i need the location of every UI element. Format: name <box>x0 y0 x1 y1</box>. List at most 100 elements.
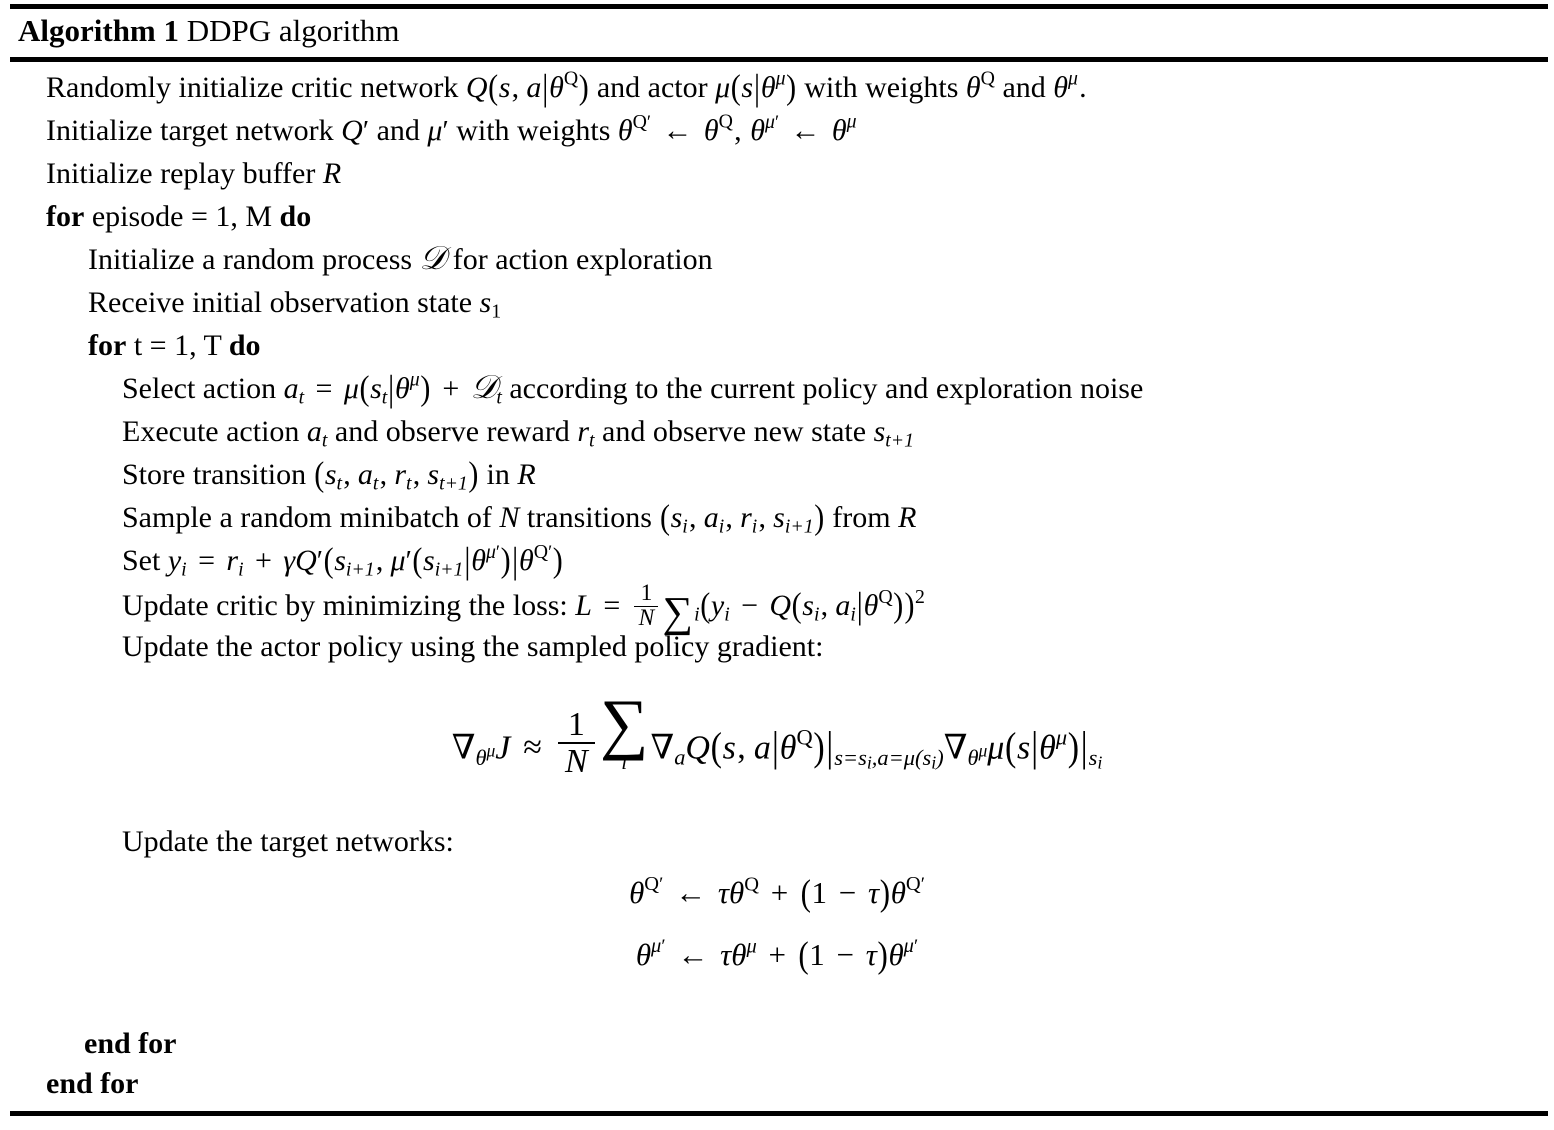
text-end-for-outer: end for <box>46 1067 139 1100</box>
sup-Q-5: Q <box>796 724 813 750</box>
line-end-for-outer: end for <box>0 1062 139 1105</box>
math-theta-11: θ <box>519 544 534 577</box>
comma-7: , <box>725 501 733 534</box>
paren-open-7: ( <box>412 541 423 580</box>
math-theta-14: θ <box>1039 729 1056 767</box>
math-s-4: s <box>1017 729 1031 767</box>
sub-i-4: i <box>181 558 187 581</box>
sub-1: 1 <box>491 300 502 323</box>
sup-Q-6: Q <box>744 873 759 896</box>
arrow-left-4: ← <box>677 937 709 972</box>
line-init-critic: Randomly initialize critic network Q(s, … <box>0 66 1554 109</box>
arrow-left-2: ← <box>790 114 821 147</box>
math-r-t-2: r <box>394 458 406 491</box>
paren-open-8: ( <box>700 586 711 626</box>
text-for-action-exploration: for action exploration <box>452 243 713 276</box>
paren-open-2: ( <box>730 68 741 107</box>
frac-numerator: 1 <box>640 580 653 606</box>
sub-eval-2: si <box>1088 744 1103 773</box>
math-s-i1-2: s <box>334 544 346 577</box>
paren-close-8: ) <box>893 586 904 626</box>
math-s-t-3: s <box>324 458 337 491</box>
math-s-t1: s <box>873 415 886 448</box>
algorithm-body: Randomly initialize critic network Q(s, … <box>0 66 1554 668</box>
line-init-noise: Initialize a random process 𝒟 for action… <box>0 238 1554 281</box>
caption-space <box>179 13 187 48</box>
math-mu-actor: μ <box>715 71 731 104</box>
paren-open-9: ( <box>791 586 802 626</box>
math-bar-2: | <box>753 66 760 109</box>
paren-close-7: ) <box>552 541 563 580</box>
math-mu-prime: μ <box>427 114 443 147</box>
math-s: s <box>498 71 511 104</box>
minus-3: − <box>836 937 855 972</box>
algorithm-caption: Algorithm 1 DDPG algorithm <box>18 9 399 53</box>
sup-Q-prime-4: Q′ <box>905 873 925 896</box>
line-end-for-inner: end for <box>0 1022 177 1065</box>
prime-2: ′ <box>442 116 449 147</box>
math-Q-3: Q <box>685 729 710 767</box>
math-s-i: s <box>670 501 683 534</box>
math-s-i1: s <box>773 501 785 534</box>
frac-big-denominator: N <box>558 741 595 779</box>
sup-mu-3: μ <box>846 110 857 133</box>
sub-theta-mu-1: θμ <box>475 739 496 770</box>
math-tau-4: τ <box>865 937 877 972</box>
text-in-1: in <box>486 458 510 491</box>
eval-bar-2: | <box>1080 724 1088 771</box>
sup-mu: μ <box>775 67 786 90</box>
plus-4: + <box>768 937 786 972</box>
line-sample-minibatch: Sample a random minibatch of N transitio… <box>0 496 1554 539</box>
equals-1: = <box>315 372 333 405</box>
math-tau-2: τ <box>868 875 880 910</box>
line-for-episode: for episode = 1, M do <box>0 195 1554 238</box>
math-a-i: a <box>703 501 719 534</box>
math-s-2: s <box>741 71 754 104</box>
math-theta-20: θ <box>888 937 904 972</box>
math-y-i: y <box>167 544 182 577</box>
paren-close-6: ) <box>500 541 511 580</box>
nabla-1: ∇ <box>451 729 476 767</box>
math-theta-7: θ <box>750 114 765 147</box>
equals-3: = <box>603 589 621 623</box>
algorithm-block: Algorithm 1 DDPG algorithm Randomly init… <box>0 0 1554 1130</box>
sup-Q-prime-3: Q′ <box>644 873 664 896</box>
math-theta: θ <box>549 71 564 104</box>
sub-t-plus-1-2: t+1 <box>439 472 468 495</box>
sub-i-plus-1-3: i+1 <box>434 558 464 581</box>
text-sample-minibatch: Sample a random minibatch of <box>122 501 492 534</box>
paren-close-9: ) <box>904 586 915 626</box>
math-bar-4: | <box>464 539 471 582</box>
arrow-left-3: ← <box>675 875 707 910</box>
text-and-1: and <box>1002 71 1046 104</box>
text-receive-state: Receive initial observation state <box>88 286 473 319</box>
math-theta-17: θ <box>890 875 906 910</box>
math-theta-15: θ <box>629 875 645 910</box>
paren-open-11: ( <box>1005 725 1017 770</box>
sub-i-plus-1-2: i+1 <box>345 558 375 581</box>
period: . <box>1079 71 1087 104</box>
math-R-2: R <box>517 458 536 491</box>
math-theta-8: θ <box>831 114 847 147</box>
paren-close-11: ) <box>1067 725 1080 770</box>
paren-close-12: ) <box>879 871 891 914</box>
sub-t-5: t <box>589 429 595 452</box>
sup-Q-prime: Q′ <box>632 110 652 133</box>
sup-mu-prime: μ′ <box>765 110 780 133</box>
sub-t-plus-1: t+1 <box>885 429 915 452</box>
math-R: R <box>322 157 342 190</box>
math-theta-18: θ <box>635 937 652 972</box>
sup-Q: Q <box>563 67 579 90</box>
comma-6: , <box>688 501 697 534</box>
sub-t-1: t <box>298 386 305 409</box>
math-mu-2: μ <box>987 729 1005 767</box>
text-execute-action: Execute action <box>122 415 300 448</box>
target-equation-critic: θQ′ ← τθQ + (1 − τ)θQ′ <box>0 871 1554 914</box>
text-episode-range: episode = 1, M <box>91 200 273 233</box>
eval-bar-1: | <box>826 724 834 771</box>
keyword-for-inner: for <box>88 329 127 362</box>
math-s-3: s <box>722 729 736 767</box>
math-s-t1-2: s <box>427 458 440 491</box>
keyword-for-outer: for <box>46 200 85 233</box>
comma-2: , <box>734 114 742 147</box>
